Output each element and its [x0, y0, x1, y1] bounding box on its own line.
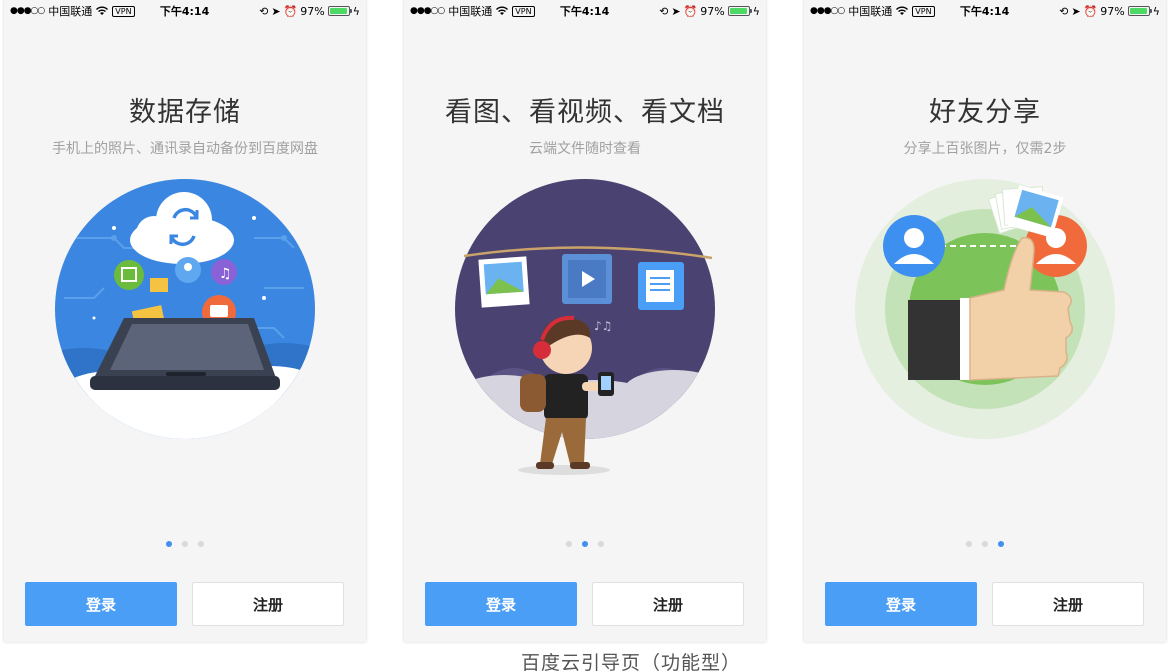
- rotation-lock-icon: ⟲: [1059, 4, 1069, 18]
- battery-icon: [327, 6, 352, 16]
- charging-icon: ϟ: [752, 4, 760, 18]
- battery-percent: 97%: [300, 4, 325, 18]
- alarm-icon: ⏰: [1083, 4, 1098, 18]
- page-dot[interactable]: [598, 541, 604, 547]
- wifi-icon: [96, 6, 109, 15]
- location-icon: ➤: [1071, 4, 1081, 18]
- page-dot[interactable]: [582, 541, 588, 547]
- signal-strength: ●●●○○: [410, 6, 445, 16]
- login-button[interactable]: 登录: [25, 582, 177, 626]
- status-time: 下午4:14: [159, 5, 210, 18]
- page-subtitle: 分享上百张图片，仅需2步: [903, 141, 1067, 157]
- battery-icon: [1127, 6, 1152, 16]
- page-dot[interactable]: [566, 541, 572, 547]
- carrier-label: 中国联通: [448, 5, 493, 18]
- battery-level: [1129, 8, 1148, 14]
- page-dot[interactable]: [998, 541, 1004, 547]
- battery-level: [729, 8, 748, 14]
- status-bar: ●●●○○ 中国联通 VPN 下午4:14 ⟲ ➤ ⏰ 97% ϟ: [804, 0, 1166, 22]
- onboarding-screen-media: ●●●○○ 中国联通 VPN 下午4:14 ⟲ ➤ ⏰ 97% ϟ 看图、看视频…: [404, 0, 766, 642]
- thumbs-up-share-illustration: [855, 179, 1115, 439]
- page-indicator: [804, 541, 1166, 547]
- figure-caption: 百度云引导页（功能型）: [520, 652, 741, 672]
- battery-percent: 97%: [1100, 4, 1125, 18]
- carrier-label: 中国联通: [848, 5, 893, 18]
- walking-boy-media-illustration: ♪♫: [455, 179, 715, 475]
- page-dot[interactable]: [198, 541, 204, 547]
- login-button[interactable]: 登录: [825, 582, 977, 626]
- onboarding-screen-storage: ●●●○○ 中国联通 VPN 下午4:14 ⟲ ➤ ⏰ 97% ϟ 数据存储 手…: [4, 0, 366, 642]
- alarm-icon: ⏰: [283, 4, 298, 18]
- register-button[interactable]: 注册: [192, 582, 344, 626]
- status-bar: ●●●○○ 中国联通 VPN 下午4:14 ⟲ ➤ ⏰ 97% ϟ: [4, 0, 366, 22]
- onboarding-screen-share: ●●●○○ 中国联通 VPN 下午4:14 ⟲ ➤ ⏰ 97% ϟ 好友分享 分…: [804, 0, 1166, 642]
- battery-percent: 97%: [700, 4, 725, 18]
- charging-icon: ϟ: [352, 4, 360, 18]
- wifi-icon: [496, 6, 509, 15]
- battery-level: [329, 8, 348, 14]
- register-button[interactable]: 注册: [992, 582, 1144, 626]
- page-subtitle: 云端文件随时查看: [529, 141, 641, 157]
- charging-icon: ϟ: [1152, 4, 1160, 18]
- register-button[interactable]: 注册: [592, 582, 744, 626]
- page-dot[interactable]: [982, 541, 988, 547]
- wifi-icon: [896, 6, 909, 15]
- page-dot[interactable]: [966, 541, 972, 547]
- alarm-icon: ⏰: [683, 4, 698, 18]
- svg-text:♪♫: ♪♫: [594, 319, 612, 333]
- location-icon: ➤: [271, 4, 281, 18]
- page-indicator: [404, 541, 766, 547]
- page-dot[interactable]: [166, 541, 172, 547]
- rotation-lock-icon: ⟲: [259, 4, 269, 18]
- signal-strength: ●●●○○: [10, 6, 45, 16]
- page-indicator: [4, 541, 366, 547]
- battery-icon: [727, 6, 752, 16]
- status-bar: ●●●○○ 中国联通 VPN 下午4:14 ⟲ ➤ ⏰ 97% ϟ: [404, 0, 766, 22]
- svg-text:♫: ♫: [219, 266, 232, 282]
- page-title: 数据存储: [129, 97, 241, 128]
- rotation-lock-icon: ⟲: [659, 4, 669, 18]
- page-subtitle: 手机上的照片、通讯录自动备份到百度网盘: [52, 141, 318, 157]
- location-icon: ➤: [671, 4, 681, 18]
- login-button[interactable]: 登录: [425, 582, 577, 626]
- status-time: 下午4:14: [559, 5, 610, 18]
- signal-strength: ●●●○○: [810, 6, 845, 16]
- carrier-label: 中国联通: [48, 5, 93, 18]
- page-title: 好友分享: [929, 97, 1041, 128]
- status-time: 下午4:14: [959, 5, 1010, 18]
- page-dot[interactable]: [182, 541, 188, 547]
- page-title: 看图、看视频、看文档: [445, 97, 725, 128]
- cloud-backup-tablet-illustration: ♫: [55, 179, 315, 439]
